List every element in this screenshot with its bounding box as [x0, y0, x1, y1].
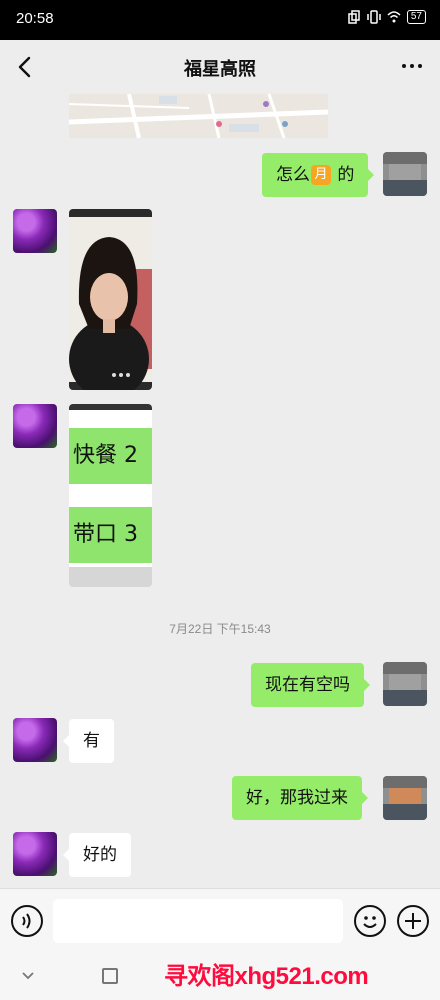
avatar-self[interactable]	[383, 662, 427, 706]
chevron-down-icon[interactable]	[20, 968, 36, 984]
photo-message[interactable]	[69, 209, 152, 390]
home-square-icon[interactable]	[102, 968, 118, 984]
status-icons: 57	[347, 10, 426, 24]
message-text: 好的	[83, 845, 117, 865]
input-bar	[0, 888, 440, 954]
avatar-other[interactable]	[13, 718, 57, 762]
menu-image-message[interactable]: 快餐 2 带口 3	[69, 404, 152, 587]
chat-timestamp: 7月22日 下午15:43	[169, 622, 271, 636]
message-bubble-self[interactable]: 怎么月 的	[262, 153, 375, 197]
map-graphic	[69, 94, 328, 138]
menu-line: 带口 3	[69, 507, 152, 563]
person-photo	[69, 209, 152, 390]
screen-icon	[348, 10, 360, 24]
voice-input-icon[interactable]	[11, 905, 43, 937]
avatar-self[interactable]	[383, 776, 427, 820]
chat-title: 福星高照	[184, 59, 256, 80]
menu-line: 快餐 2	[69, 428, 152, 484]
avatar-other[interactable]	[13, 404, 57, 448]
message-text: 现在有空吗	[265, 675, 350, 695]
message-bubble-self[interactable]: 现在有空吗	[251, 663, 370, 707]
wifi-icon	[387, 11, 401, 23]
status-bar: 20:58 57	[0, 0, 440, 40]
message-input[interactable]	[53, 899, 343, 943]
message-bubble-self[interactable]: 好，那我过来	[232, 776, 368, 820]
message-text: 的	[337, 165, 355, 185]
avatar-self[interactable]	[383, 152, 427, 196]
moon-emoji-icon: 月	[311, 165, 331, 185]
message-text: 好，那我过来	[246, 788, 348, 808]
message-text: 有	[83, 731, 100, 751]
avatar-other[interactable]	[13, 209, 57, 253]
message-bubble-other[interactable]: 有	[63, 719, 114, 763]
watermark-text: 寻欢阁xhg521.com	[164, 963, 369, 990]
image-top-edge	[69, 404, 152, 410]
more-options-icon[interactable]	[402, 64, 422, 68]
avatar-other[interactable]	[13, 832, 57, 876]
image-footer	[69, 567, 152, 587]
status-time: 20:58	[16, 10, 54, 27]
vibrate-icon	[367, 10, 381, 24]
battery-icon: 57	[406, 10, 426, 24]
message-text: 怎么	[276, 165, 310, 185]
location-map-thumbnail[interactable]	[69, 94, 328, 138]
chat-header: 福星高照	[0, 40, 440, 94]
emoji-icon[interactable]	[354, 905, 386, 937]
plus-icon[interactable]	[397, 905, 429, 937]
message-bubble-other[interactable]: 好的	[63, 833, 131, 877]
